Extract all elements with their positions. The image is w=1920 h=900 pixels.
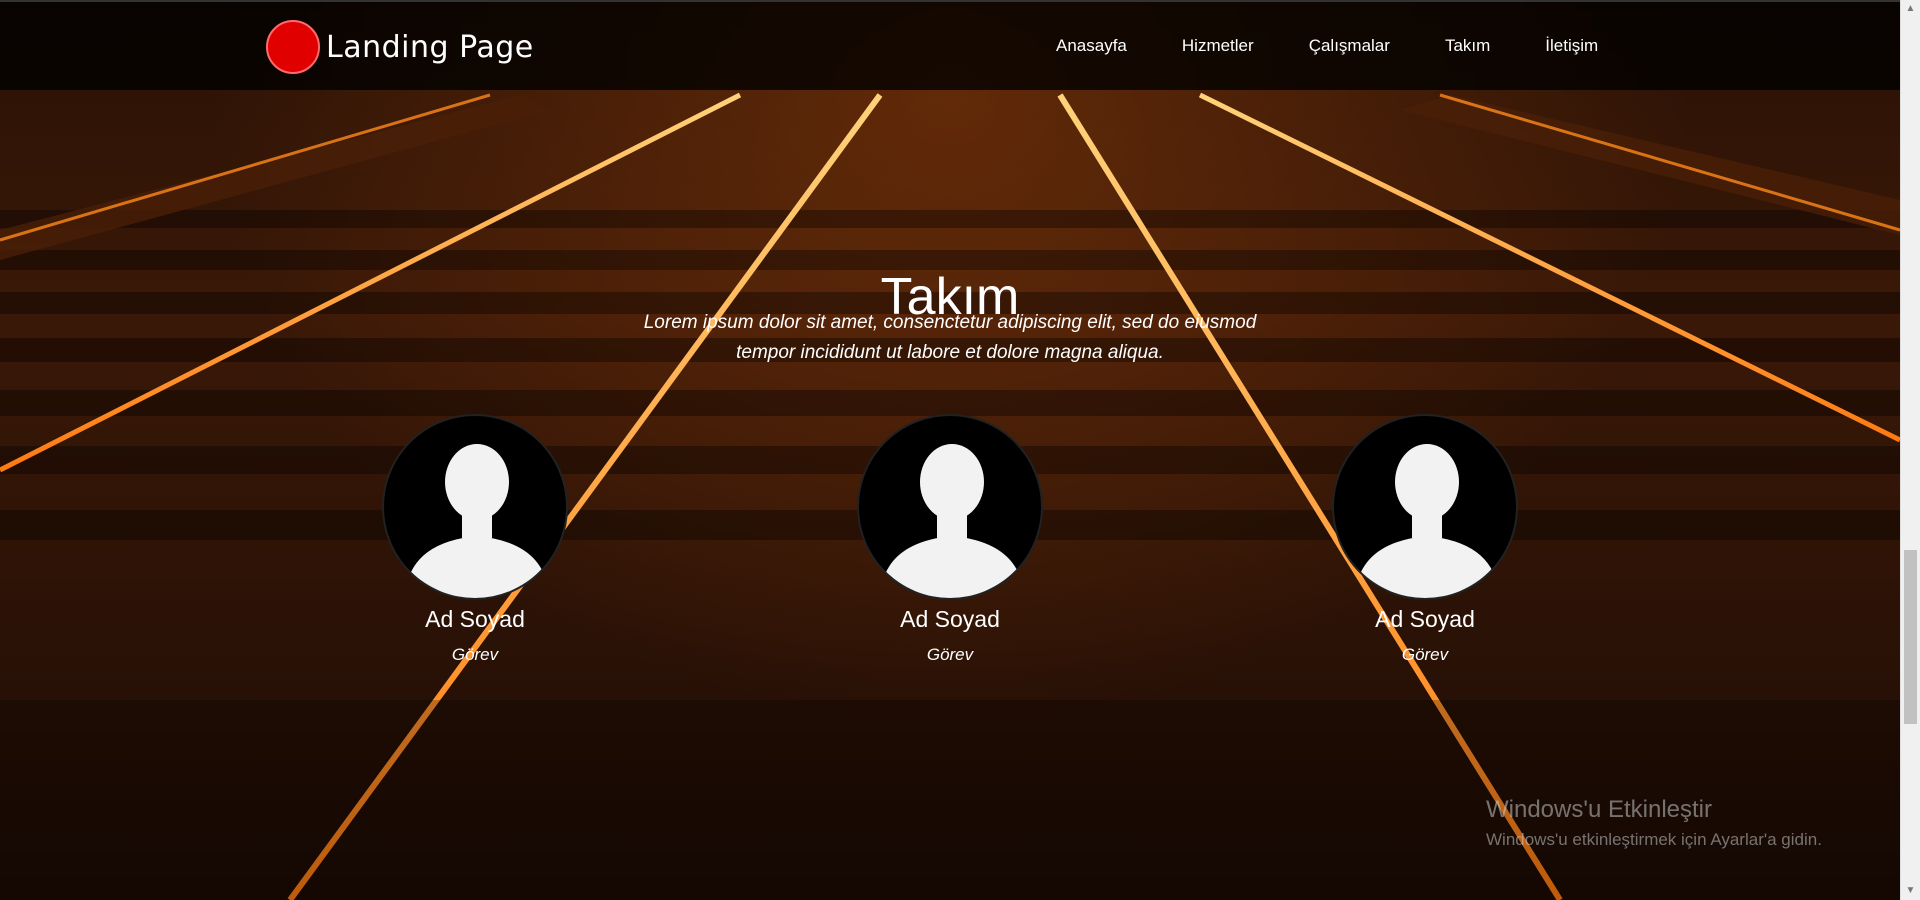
section-subtitle-line-2: tempor incididunt ut labore et dolore ma… bbox=[736, 342, 1164, 363]
main-nav: Anasayfa Hizmetler Çalışmalar Takım İlet… bbox=[1056, 36, 1653, 56]
member-name: Ad Soyad bbox=[425, 606, 525, 632]
team-member-card: Ad Soyad Görev bbox=[380, 414, 570, 665]
brand-logo[interactable]: Landing Page bbox=[266, 20, 534, 74]
nav-link-iletisim[interactable]: İletişim bbox=[1545, 36, 1598, 56]
nav-link-calismalar[interactable]: Çalışmalar bbox=[1309, 36, 1390, 56]
avatar bbox=[382, 414, 568, 600]
scroll-down-arrow-icon[interactable]: ▼ bbox=[1901, 882, 1920, 900]
section-subtitle-line-1: Lorem ipsum dolor sit amet, consenctetur… bbox=[643, 312, 1257, 333]
user-silhouette-icon bbox=[406, 444, 548, 598]
logo-red-circle-icon bbox=[266, 20, 320, 74]
team-member-card: Ad Soyad Görev bbox=[1330, 414, 1520, 665]
member-name: Ad Soyad bbox=[1375, 606, 1475, 632]
scroll-up-arrow-icon[interactable]: ▲ bbox=[1901, 0, 1920, 18]
member-role: Görev bbox=[451, 645, 499, 664]
user-silhouette-icon bbox=[881, 444, 1023, 598]
nav-link-anasayfa[interactable]: Anasayfa bbox=[1056, 36, 1127, 56]
nav-link-hizmetler[interactable]: Hizmetler bbox=[1182, 36, 1254, 56]
brand-name: Landing Page bbox=[326, 29, 534, 65]
member-role: Görev bbox=[926, 645, 974, 664]
avatar bbox=[857, 414, 1043, 600]
scrollbar-thumb[interactable] bbox=[1904, 550, 1917, 724]
section-subtitle: Lorem ipsum dolor sit amet, consenctetur… bbox=[620, 308, 1280, 368]
windows-activation-subtitle: Windows'u etkinleştirmek için Ayarlar'a … bbox=[1486, 830, 1822, 849]
member-name: Ad Soyad bbox=[900, 606, 1000, 632]
user-silhouette-icon bbox=[1356, 444, 1498, 598]
avatar bbox=[1332, 414, 1518, 600]
windows-activation-title: Windows'u Etkinleştir bbox=[1486, 796, 1712, 823]
page-scrollbar[interactable]: ▲ ▼ bbox=[1900, 0, 1920, 900]
member-role: Görev bbox=[1401, 645, 1449, 664]
top-navbar: Landing Page Anasayfa Hizmetler Çalışmal… bbox=[0, 0, 1900, 90]
team-member-card: Ad Soyad Görev bbox=[855, 414, 1045, 665]
nav-link-takim[interactable]: Takım bbox=[1445, 36, 1490, 56]
